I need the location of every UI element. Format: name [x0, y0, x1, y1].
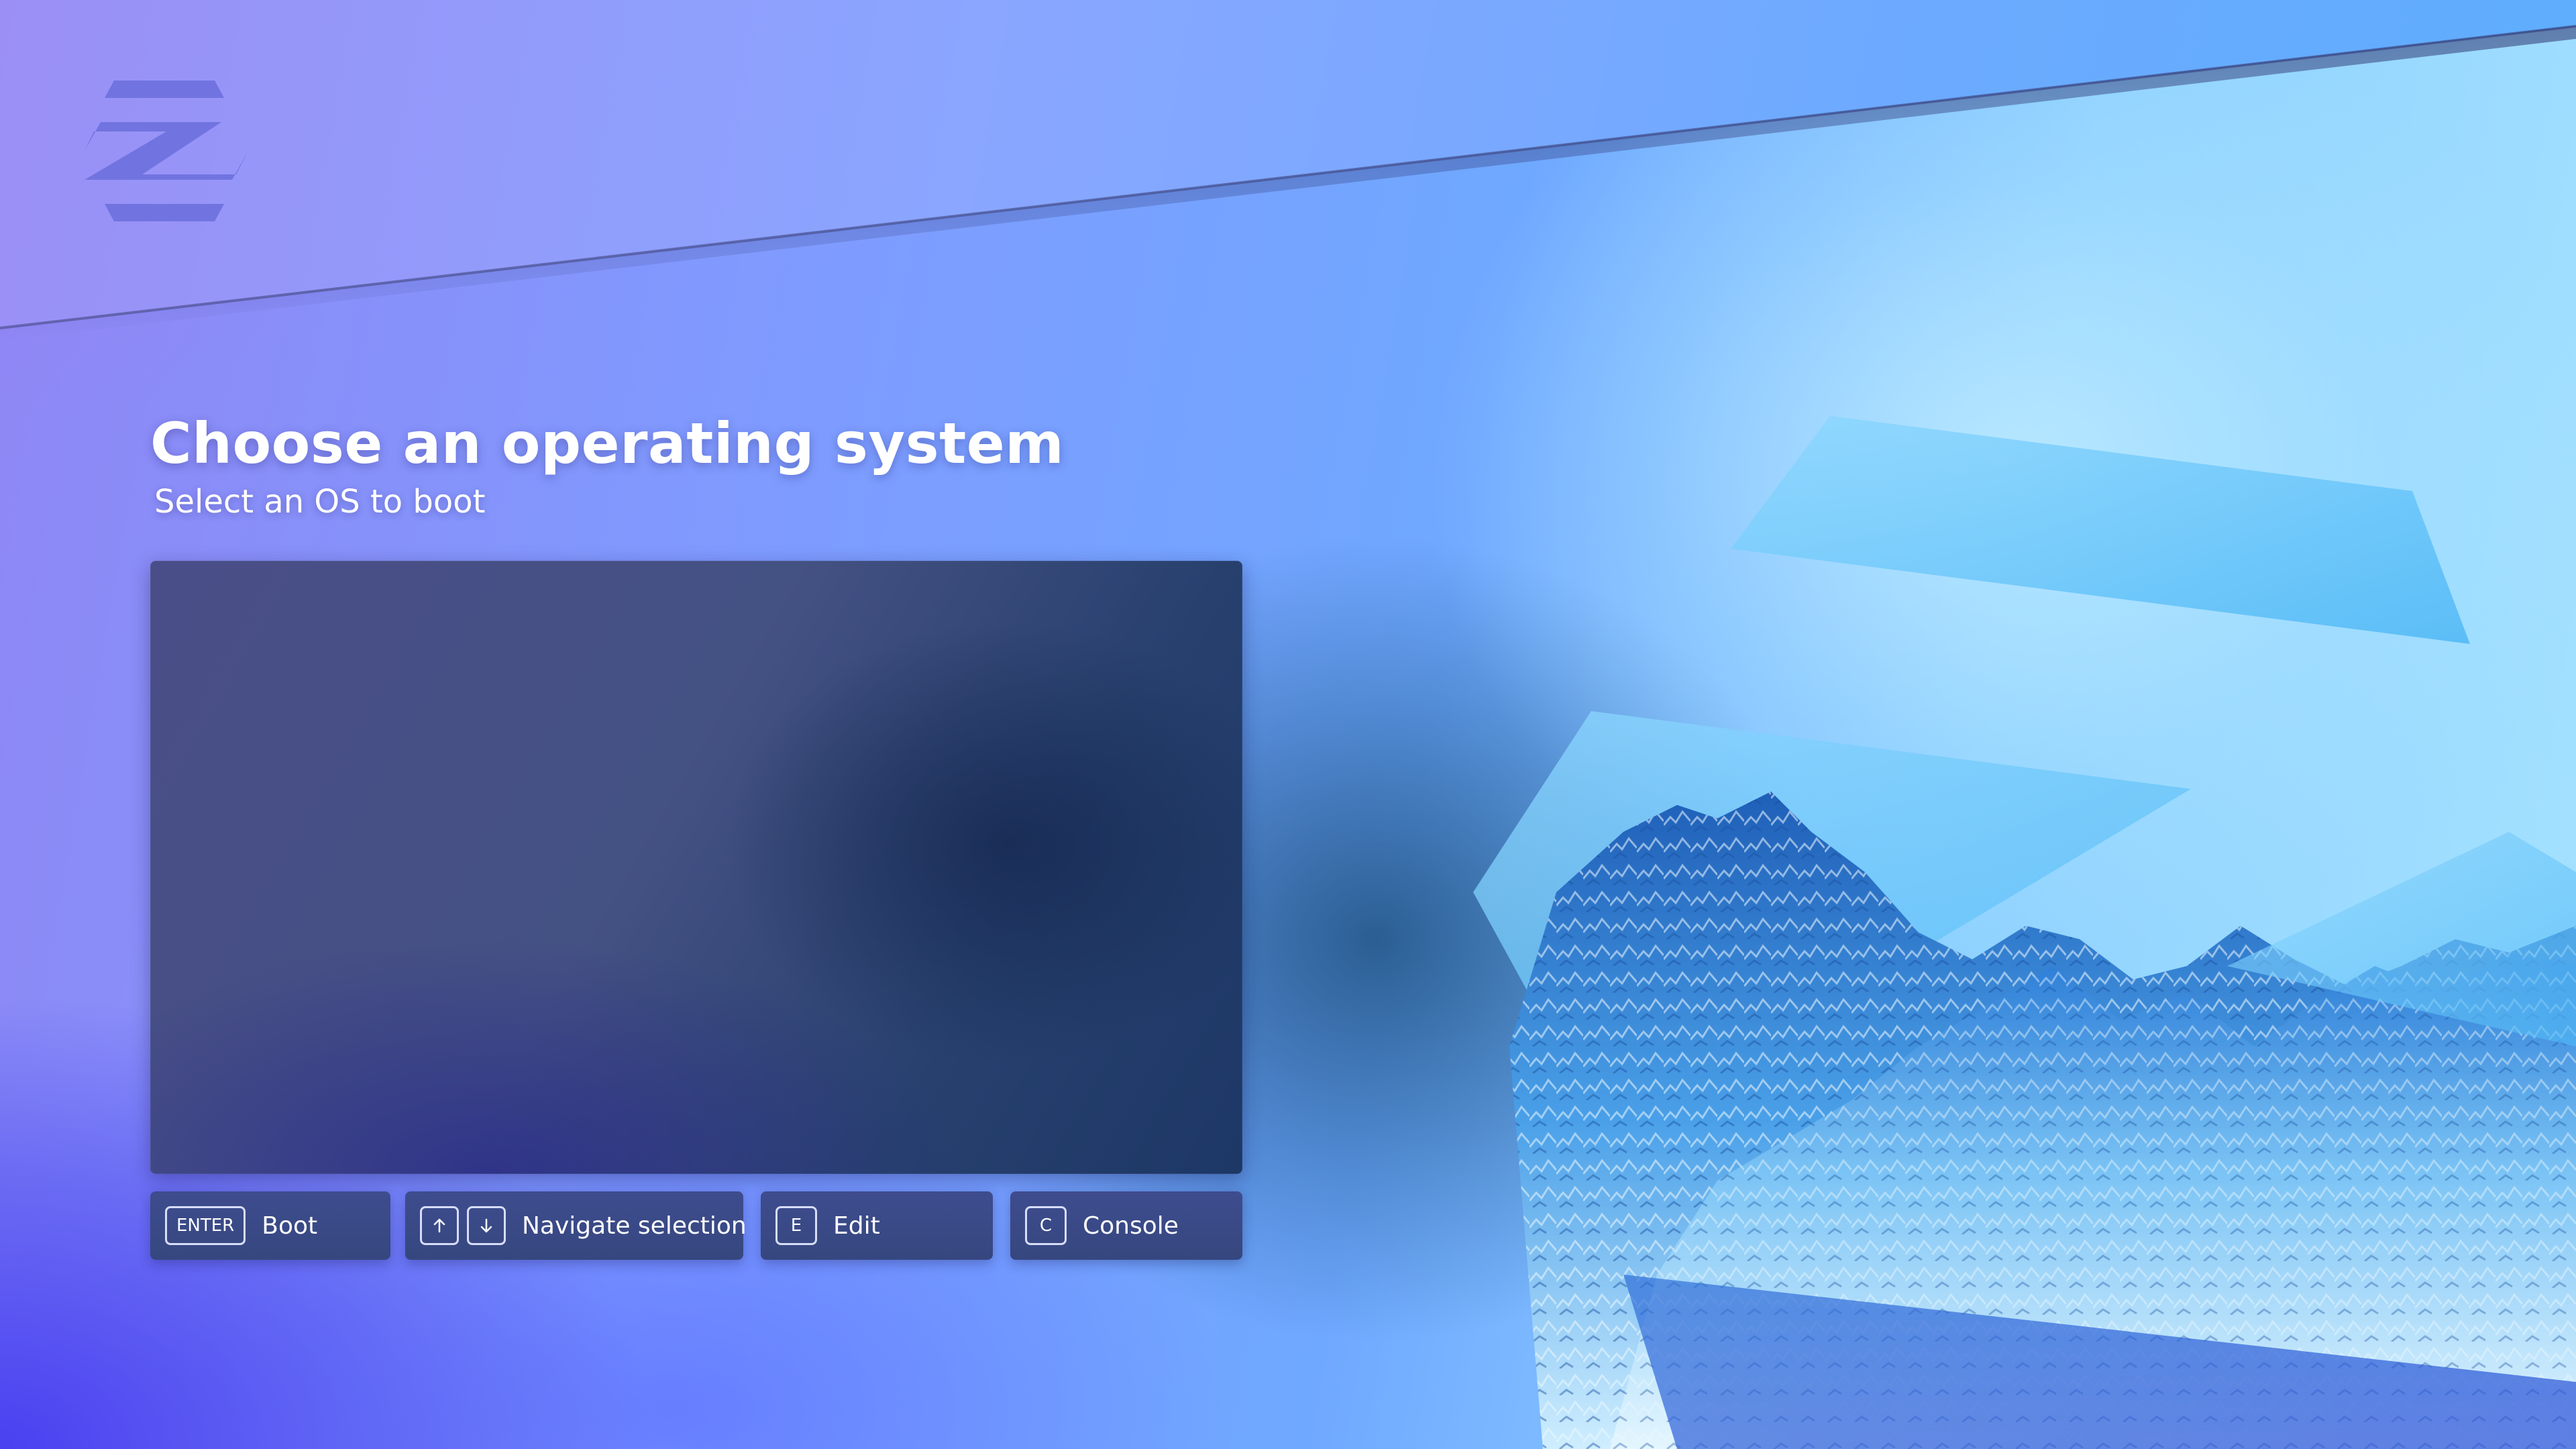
console-hint-button[interactable]: C Console	[1010, 1191, 1242, 1260]
boot-hint-label: Boot	[262, 1212, 318, 1240]
console-hint-label: Console	[1083, 1212, 1179, 1240]
e-key-badge: E	[775, 1206, 817, 1245]
edit-hint-label: Edit	[833, 1212, 880, 1240]
zorin-logo-icon	[85, 80, 248, 221]
up-arrow-icon	[420, 1206, 459, 1245]
page-subtitle: Select an OS to boot	[154, 483, 486, 521]
os-list-panel[interactable]	[150, 561, 1242, 1174]
navigate-hint-button[interactable]: Navigate selection	[405, 1191, 747, 1260]
enter-key-badge: ENTER	[165, 1206, 246, 1245]
c-key-badge: C	[1025, 1206, 1067, 1245]
page-title: Choose an operating system	[150, 411, 1065, 476]
navigate-hint-label: Navigate selection	[522, 1212, 747, 1240]
edit-hint-button[interactable]: E Edit	[761, 1191, 993, 1260]
boot-hint-button[interactable]: ENTER Boot	[150, 1191, 390, 1260]
down-arrow-icon	[467, 1206, 506, 1245]
